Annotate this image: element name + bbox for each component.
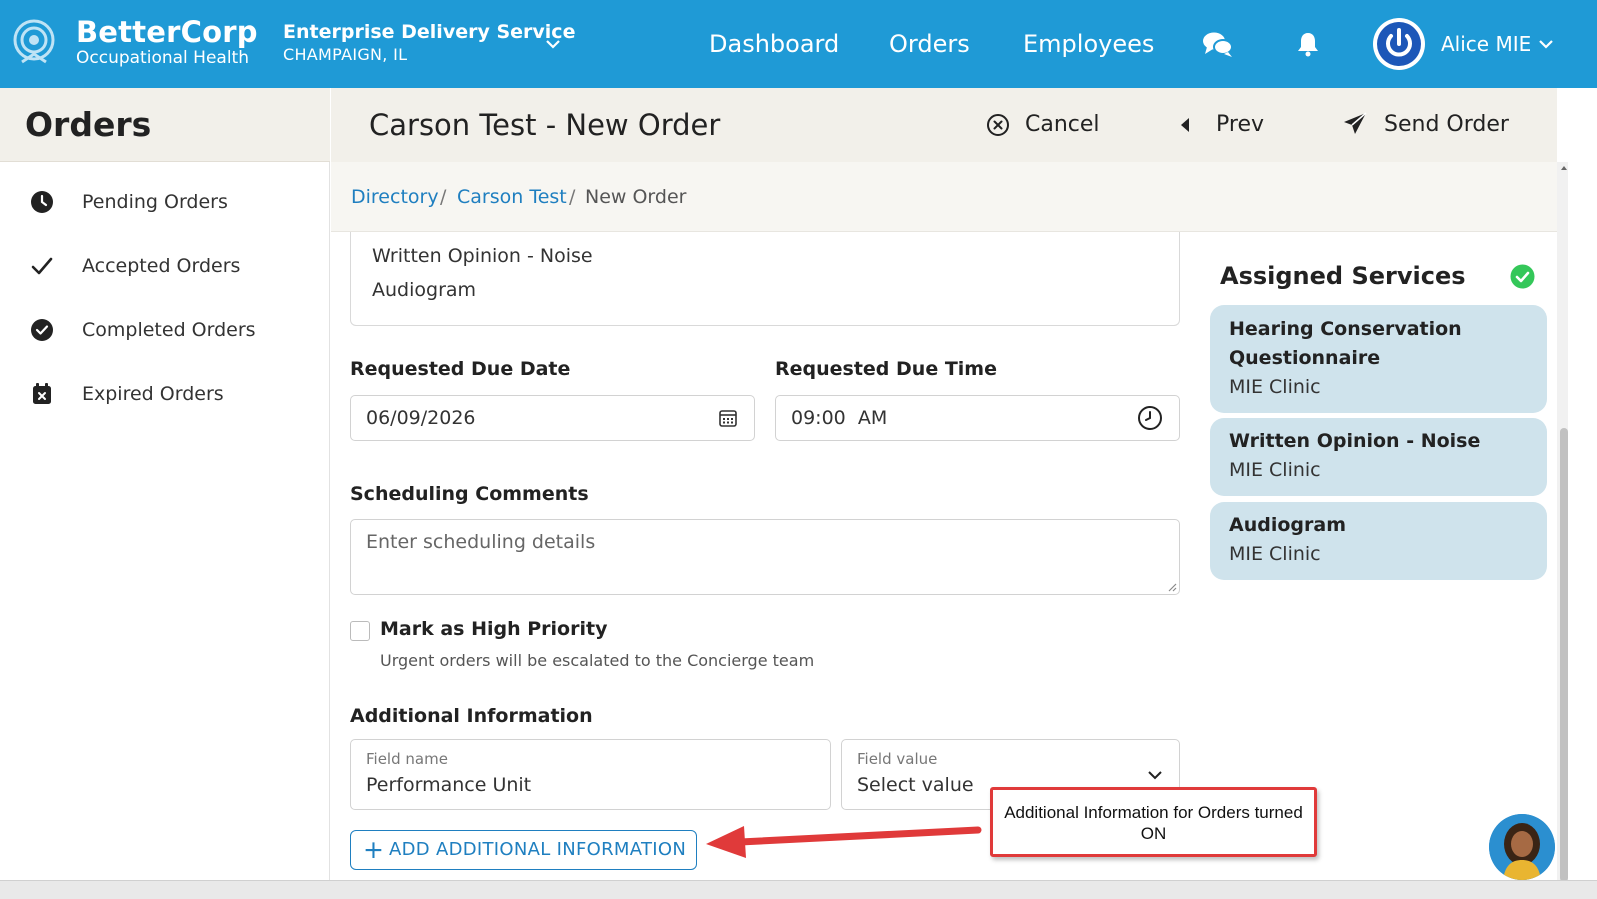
chevron-down-icon: [1148, 771, 1162, 780]
assigned-service-card[interactable]: Hearing Conservation Questionnaire MIE C…: [1210, 305, 1547, 413]
nav-dashboard[interactable]: Dashboard: [709, 28, 839, 60]
brand-subtitle: Occupational Health: [76, 48, 249, 68]
send-order-button[interactable]: Send Order: [1342, 110, 1517, 140]
sidebar-item-label: Pending Orders: [82, 191, 228, 213]
due-time-input[interactable]: 09:00 AM: [775, 395, 1180, 441]
annotation-callout: Additional Information for Orders turned…: [990, 787, 1317, 857]
scheduling-comments-label: Scheduling Comments: [350, 483, 589, 505]
breadcrumb-carson-test[interactable]: Carson Test: [457, 184, 567, 210]
prev-label: Prev: [1216, 112, 1264, 137]
chevron-down-icon[interactable]: [545, 38, 561, 50]
high-priority-label[interactable]: Mark as High Priority: [380, 616, 607, 642]
assigned-service-card[interactable]: Written Opinion - Noise MIE Clinic: [1210, 418, 1547, 496]
high-priority-checkbox[interactable]: [350, 621, 370, 641]
clock-icon: [31, 191, 53, 213]
scrollbar-thumb[interactable]: [1560, 428, 1568, 882]
checkmark-icon: [31, 257, 53, 275]
user-avatar[interactable]: [1373, 18, 1425, 70]
due-date-value: 06/09/2026: [366, 407, 476, 429]
close-circle-icon: [987, 114, 1009, 136]
clock-outline-icon[interactable]: [1137, 405, 1163, 431]
chat-bubbles-icon[interactable]: [1202, 30, 1234, 58]
brand-name: BetterCorp: [76, 15, 258, 49]
sidebar-item-completed-orders[interactable]: Completed Orders: [0, 305, 330, 355]
sidebar-item-accepted-orders[interactable]: Accepted Orders: [0, 241, 330, 291]
brand[interactable]: BetterCorp Occupational Health: [76, 16, 258, 68]
page-title: Carson Test - New Order: [369, 108, 721, 142]
target-logo-icon: [13, 19, 55, 64]
company-name: Enterprise Delivery Service: [283, 21, 576, 43]
due-date-input[interactable]: 06/09/2026: [350, 395, 755, 441]
sidebar-item-pending-orders[interactable]: Pending Orders: [0, 177, 330, 227]
breadcrumb: Directory / Carson Test / New Order: [331, 162, 1557, 232]
resize-handle-icon[interactable]: [1167, 582, 1177, 592]
chevron-down-icon[interactable]: [1538, 38, 1554, 50]
breadcrumb-current: New Order: [585, 186, 687, 208]
support-chat-avatar[interactable]: [1489, 814, 1555, 880]
breadcrumb-directory[interactable]: Directory: [351, 184, 439, 210]
calendar-x-icon: [33, 383, 51, 404]
add-additional-information-button[interactable]: + ADD ADDITIONAL INFORMATION: [350, 830, 697, 870]
assigned-service-provider: MIE Clinic: [1229, 543, 1321, 565]
company-selector[interactable]: Enterprise Delivery Service CHAMPAIGN, I…: [283, 20, 575, 66]
caret-left-icon: [1181, 118, 1189, 132]
breadcrumb-separator: /: [569, 186, 576, 208]
assigned-service-name: Hearing Conservation: [1229, 318, 1462, 340]
nav-orders[interactable]: Orders: [889, 28, 970, 60]
nav-employees[interactable]: Employees: [1023, 28, 1154, 60]
top-nav-bar: BetterCorp Occupational Health Enterpris…: [0, 0, 1597, 88]
high-priority-hint: Urgent orders will be escalated to the C…: [380, 651, 815, 670]
success-check-icon: [1510, 264, 1535, 289]
assigned-service-card[interactable]: Audiogram MIE Clinic: [1210, 502, 1547, 580]
sidebar-title: Orders: [25, 105, 152, 144]
sidebar-header: Orders: [0, 88, 330, 162]
assigned-service-provider: MIE Clinic: [1229, 376, 1321, 398]
field-name-input[interactable]: Field name Performance Unit: [350, 739, 831, 810]
additional-information-label: Additional Information: [350, 705, 593, 727]
power-icon: [1377, 22, 1421, 66]
field-value-label: Field value: [857, 750, 938, 768]
add-additional-information-label: ADD ADDITIONAL INFORMATION: [389, 839, 687, 860]
due-time-label: Requested Due Time: [775, 358, 997, 380]
order-header: Carson Test - New Order Cancel Prev Send…: [331, 88, 1557, 162]
field-name-label: Field name: [366, 750, 448, 768]
assigned-service-name: Written Opinion - Noise: [1229, 430, 1481, 452]
due-date-label: Requested Due Date: [350, 358, 571, 380]
due-time-value: 09:00 AM: [791, 407, 888, 429]
selected-service-item: Written Opinion - Noise: [372, 245, 593, 267]
send-order-label: Send Order: [1384, 112, 1509, 137]
sidebar-item-label: Expired Orders: [82, 383, 224, 405]
selected-service-item: Audiogram: [372, 279, 477, 301]
breadcrumb-separator: /: [440, 186, 447, 208]
annotation-arrow: [706, 826, 982, 858]
window-bottom-edge: [0, 880, 1597, 899]
check-circle-icon: [31, 319, 53, 341]
user-name[interactable]: Alice MIE: [1441, 30, 1531, 58]
scheduling-comments-placeholder: Enter scheduling details: [366, 531, 596, 553]
prev-button[interactable]: Prev: [1179, 110, 1269, 140]
calendar-icon[interactable]: [718, 408, 738, 428]
field-value-value: Select value: [857, 774, 974, 796]
cancel-button[interactable]: Cancel: [986, 110, 1101, 140]
support-agent-avatar-icon: [1489, 814, 1555, 880]
sidebar-item-label: Completed Orders: [82, 319, 256, 341]
field-name-value: Performance Unit: [366, 774, 532, 796]
sidebar: Pending Orders Accepted Orders Completed…: [0, 162, 330, 882]
bell-icon[interactable]: [1296, 31, 1320, 57]
selected-services-box: Written Opinion - Noise Audiogram: [350, 232, 1180, 326]
plus-icon: +: [363, 835, 384, 864]
cancel-label: Cancel: [1025, 112, 1100, 137]
company-location: CHAMPAIGN, IL: [283, 45, 408, 64]
sidebar-item-expired-orders[interactable]: Expired Orders: [0, 369, 330, 419]
assigned-service-name: Audiogram: [1229, 514, 1346, 536]
assigned-service-name: Questionnaire: [1229, 347, 1381, 369]
annotation-text: Additional Information for Orders turned…: [1004, 803, 1303, 843]
sidebar-item-label: Accepted Orders: [82, 255, 241, 277]
scheduling-comments-textarea[interactable]: Enter scheduling details: [350, 519, 1180, 595]
assigned-service-provider: MIE Clinic: [1229, 459, 1321, 481]
assigned-services-title: Assigned Services: [1220, 262, 1466, 290]
scroll-up-arrow-icon[interactable]: [1560, 164, 1568, 172]
paper-plane-icon: [1344, 112, 1367, 134]
